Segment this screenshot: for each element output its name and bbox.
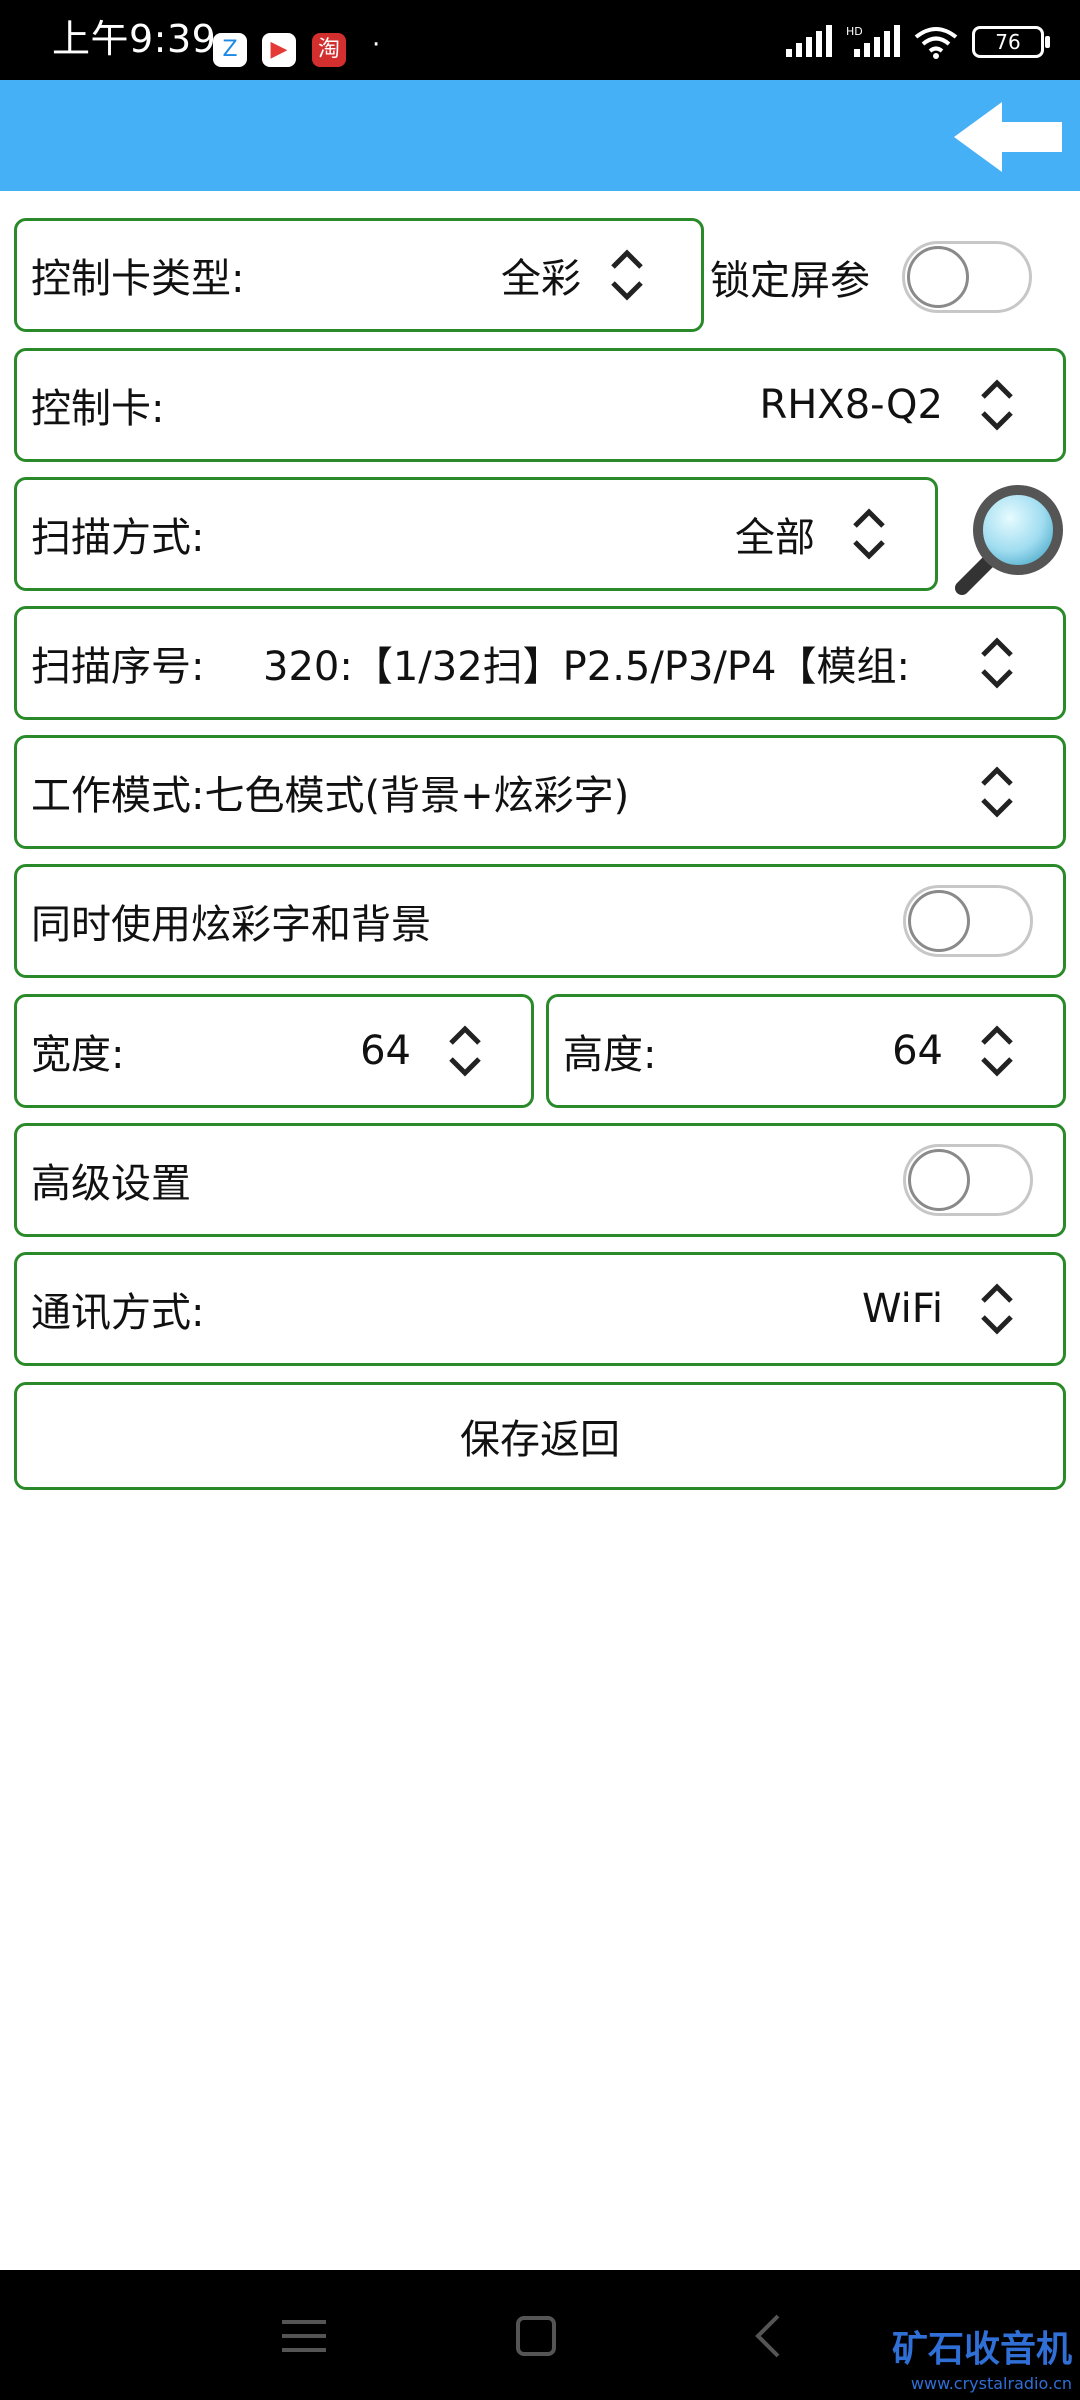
save-return-button[interactable]: 保存返回: [14, 1382, 1066, 1490]
use-both-label: 同时使用炫彩字和背景: [31, 902, 431, 948]
spinner-arrows-icon: [443, 997, 487, 1105]
toggle-knob: [908, 1149, 970, 1211]
status-time: 上午9:39: [52, 17, 217, 61]
signal-icon: [786, 25, 832, 57]
height-value: 64: [892, 1028, 943, 1074]
advanced-label: 高级设置: [31, 1161, 191, 1207]
height-select[interactable]: 高度: 64: [546, 994, 1066, 1108]
back-icon[interactable]: [740, 2306, 800, 2366]
menu-icon[interactable]: [274, 2306, 334, 2366]
spinner-arrows-icon: [975, 1255, 1019, 1363]
scan-index-select[interactable]: 扫描序号: 320:【1/32扫】P2.5/P3/P4【模组:: [14, 606, 1066, 720]
height-label: 高度:: [563, 1032, 657, 1078]
svg-text:HD: HD: [846, 25, 863, 38]
advanced-row: 高级设置: [14, 1123, 1066, 1237]
width-select[interactable]: 宽度: 64: [14, 994, 534, 1108]
spinner-arrows-icon: [847, 480, 891, 588]
status-indicators: HD 76: [784, 22, 1050, 62]
scan-mode-value: 全部: [735, 515, 815, 561]
work-mode-label: 工作模式:七色模式(背景+炫彩字): [31, 773, 630, 819]
app-header: [0, 80, 1080, 191]
watermark-title: 矿石收音机: [891, 2329, 1072, 2370]
card-type-value: 全彩: [501, 256, 581, 302]
work-mode-select[interactable]: 工作模式:七色模式(背景+炫彩字): [14, 735, 1066, 849]
use-both-toggle[interactable]: [903, 885, 1033, 957]
comm-mode-label: 通讯方式:: [31, 1290, 205, 1336]
search-icon[interactable]: [950, 478, 1070, 598]
toggle-knob: [907, 246, 969, 308]
spinner-arrows-icon: [605, 221, 649, 329]
signal-hd-icon: HD: [846, 25, 900, 57]
lock-screen-toggle[interactable]: [902, 241, 1032, 313]
scan-mode-select[interactable]: 扫描方式: 全部: [14, 477, 938, 591]
back-arrow-icon[interactable]: [954, 102, 1062, 172]
taobao-icon: 淘: [312, 33, 346, 67]
wifi-icon: [914, 27, 958, 59]
spinner-arrows-icon: [975, 351, 1019, 459]
advanced-toggle[interactable]: [903, 1144, 1033, 1216]
card-select[interactable]: 控制卡: RHX8-Q2: [14, 348, 1066, 462]
spinner-arrows-icon: [975, 997, 1019, 1105]
card-type-select[interactable]: 控制卡类型: 全彩: [14, 218, 704, 332]
spinner-arrows-icon: [975, 738, 1019, 846]
use-both-row: 同时使用炫彩字和背景: [14, 864, 1066, 978]
card-type-label: 控制卡类型:: [31, 256, 245, 302]
battery-icon: 76: [972, 26, 1050, 58]
watermark-url: www.crystalradio.cn: [910, 2374, 1072, 2393]
card-value: RHX8-Q2: [759, 382, 943, 428]
notification-dot: ·: [372, 30, 381, 60]
lock-screen-label: 锁定屏参: [710, 258, 870, 304]
width-label: 宽度:: [31, 1032, 125, 1078]
app-red-icon: ▶: [262, 33, 296, 67]
width-value: 64: [360, 1028, 411, 1074]
scan-mode-label: 扫描方式:: [31, 515, 205, 561]
spinner-arrows-icon: [975, 609, 1019, 717]
scan-index-value: 320:【1/32扫】P2.5/P3/P4【模组:: [263, 644, 910, 690]
status-bar: 上午9:39 Z ▶ 淘 · HD 76: [0, 0, 1080, 80]
home-icon[interactable]: [506, 2306, 566, 2366]
toggle-knob: [908, 890, 970, 952]
scan-index-label: 扫描序号:: [31, 644, 205, 690]
comm-mode-value: WiFi: [862, 1286, 943, 1332]
card-label: 控制卡:: [31, 386, 165, 432]
app-blue-icon: Z: [213, 33, 247, 67]
comm-mode-select[interactable]: 通讯方式: WiFi: [14, 1252, 1066, 1366]
